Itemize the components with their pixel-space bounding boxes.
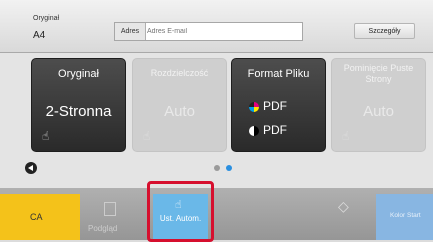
bw-mode-icon bbox=[249, 125, 259, 136]
original-tile-value: 2-Stronna bbox=[45, 103, 112, 120]
color-start-label: Kolor Start bbox=[390, 212, 421, 219]
resolution-tile[interactable]: Rozdzielczość Auto ☝ bbox=[132, 58, 227, 152]
skip-blank-tile[interactable]: Pominięcie Puste Strony Auto ☝ bbox=[331, 58, 426, 152]
original-label: Oryginał bbox=[33, 15, 60, 22]
address-field[interactable]: Adres bbox=[114, 22, 303, 41]
preview-button[interactable]: Podgląd bbox=[80, 194, 140, 240]
email-address-input[interactable] bbox=[147, 23, 297, 40]
touch-icon: ☝ bbox=[42, 129, 50, 143]
top-bar: Oryginał A4 Adres Szczegóły bbox=[0, 0, 433, 53]
color-mode-icon bbox=[249, 101, 259, 112]
original-size[interactable]: A4 bbox=[33, 30, 45, 41]
bw-pdf-row: PDF bbox=[249, 123, 287, 137]
highlight-frame bbox=[147, 181, 214, 242]
details-button[interactable]: Szczegóły bbox=[354, 23, 415, 39]
skip-blank-tile-value: Auto bbox=[363, 103, 394, 120]
color-pdf-label: PDF bbox=[263, 99, 287, 113]
clear-all-button[interactable]: CA bbox=[0, 194, 80, 240]
page-dot[interactable] bbox=[214, 165, 220, 171]
previous-page-button[interactable] bbox=[25, 162, 37, 174]
settings-panel: Oryginał 2-Stronna ☝ Rozdzielczość Auto … bbox=[0, 53, 433, 188]
address-label[interactable]: Adres bbox=[115, 23, 146, 40]
resolution-tile-title: Rozdzielczość bbox=[150, 68, 209, 78]
file-format-tile-title: Format Pliku bbox=[247, 68, 310, 80]
bw-start-button[interactable]: ◇ bbox=[316, 194, 376, 240]
document-icon bbox=[104, 202, 116, 216]
page-dot-active[interactable] bbox=[226, 165, 232, 171]
bottom-bar: CA Podgląd ◇ Kolor Start bbox=[0, 188, 433, 240]
original-tile[interactable]: Oryginał 2-Stronna ☝ bbox=[31, 58, 126, 152]
resolution-tile-value: Auto bbox=[164, 103, 195, 120]
touch-icon: ☝ bbox=[143, 129, 151, 143]
file-format-tile[interactable]: Format Pliku PDF PDF bbox=[231, 58, 326, 152]
start-icon: ◇ bbox=[338, 198, 349, 214]
bw-pdf-label: PDF bbox=[263, 123, 287, 137]
original-tile-title: Oryginał bbox=[58, 68, 99, 80]
clear-all-label: CA bbox=[30, 212, 43, 222]
preview-label: Podgląd bbox=[88, 224, 118, 233]
color-start-button[interactable]: Kolor Start bbox=[376, 194, 433, 240]
touch-icon: ☝ bbox=[342, 129, 350, 143]
color-pdf-row: PDF bbox=[249, 99, 287, 113]
skip-blank-tile-title: Pominięcie Puste Strony bbox=[343, 63, 414, 84]
